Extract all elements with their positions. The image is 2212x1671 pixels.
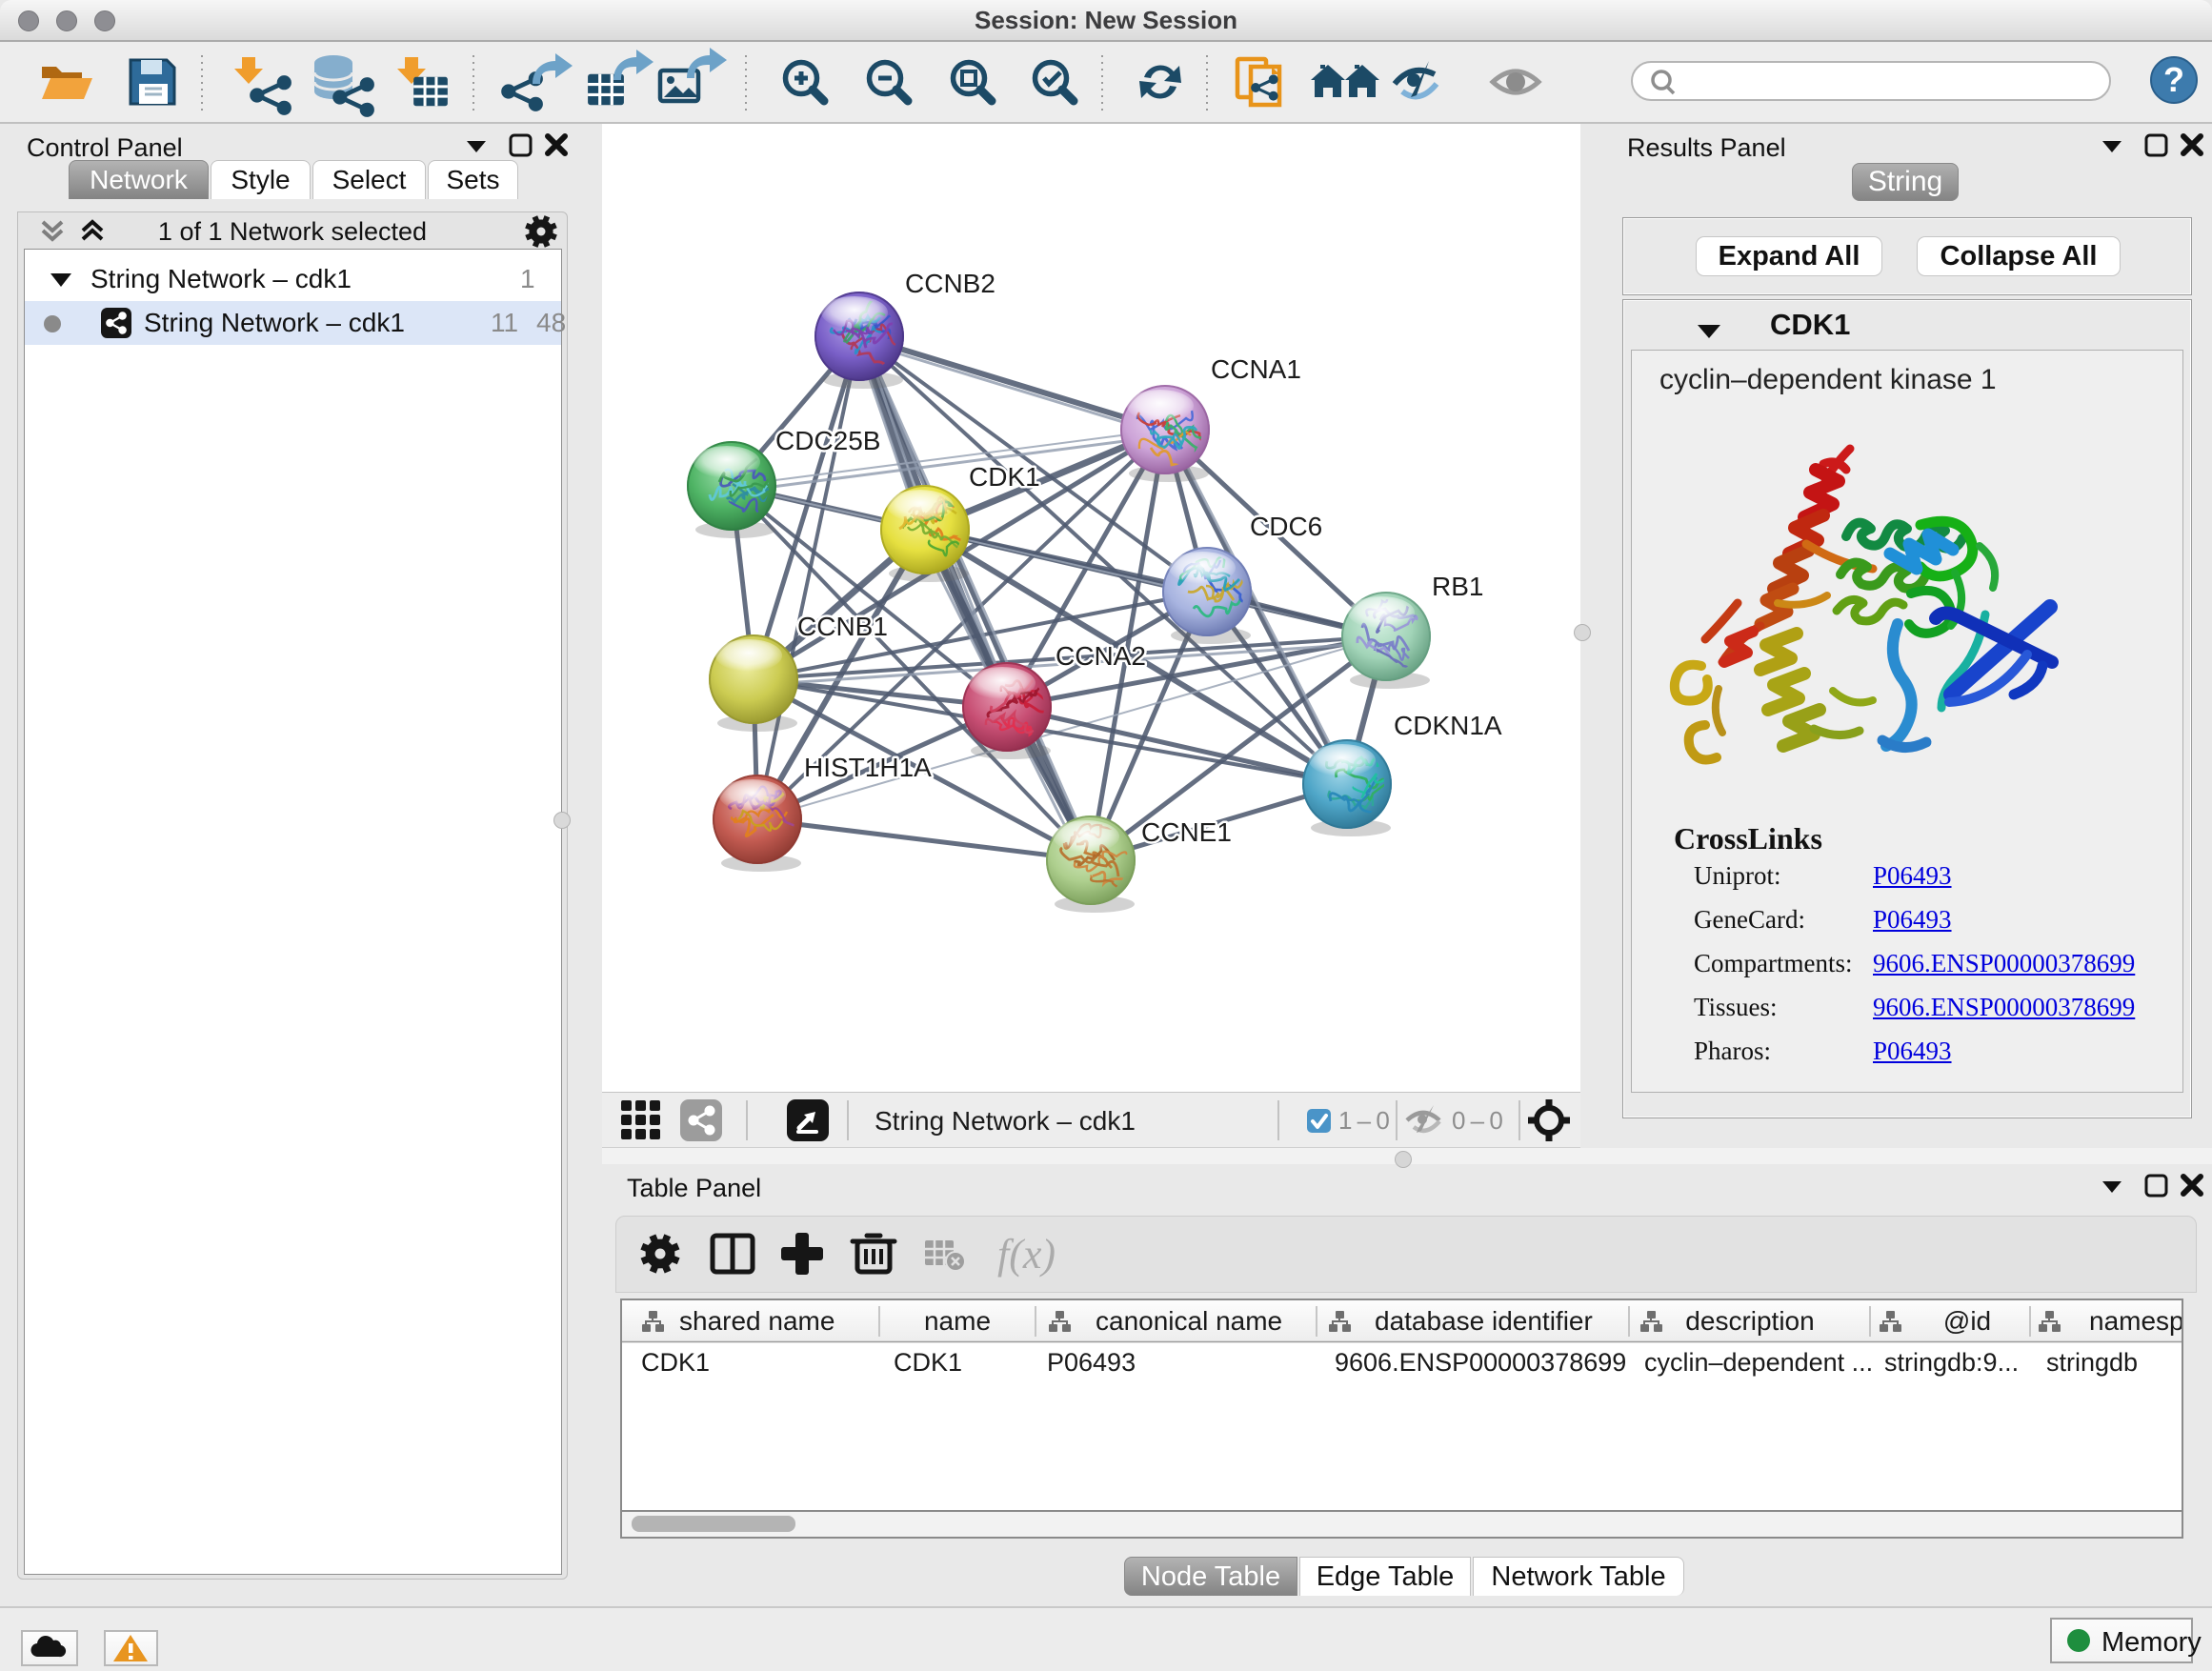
svg-text:CDK1: CDK1 — [969, 462, 1040, 492]
svg-text:1 – 0: 1 – 0 — [1338, 1106, 1390, 1135]
svg-text:CDC25B: CDC25B — [775, 426, 880, 455]
svg-text:CCNE1: CCNE1 — [1141, 817, 1232, 847]
svg-text:stringdb: stringdb — [2046, 1348, 2138, 1377]
svg-text:CDK1: CDK1 — [641, 1348, 710, 1377]
svg-text:HIST1H1A: HIST1H1A — [804, 753, 932, 782]
svg-text:stringdb:9...: stringdb:9... — [1884, 1348, 2019, 1377]
svg-text:database identifier: database identifier — [1375, 1306, 1593, 1336]
svg-text:CCNB1: CCNB1 — [797, 612, 888, 641]
svg-text:CCNA1: CCNA1 — [1211, 354, 1301, 384]
svg-text:@id: @id — [1943, 1306, 1991, 1336]
svg-text:description: description — [1685, 1306, 1814, 1336]
svg-text:name: name — [924, 1306, 991, 1336]
svg-text:f(x): f(x) — [997, 1231, 1056, 1278]
svg-text:0 – 0: 0 – 0 — [1452, 1106, 1503, 1135]
svg-text:CCNA2: CCNA2 — [1056, 641, 1146, 671]
svg-text:9606.ENSP00000378699: 9606.ENSP00000378699 — [1335, 1348, 1626, 1377]
svg-text:namespace: namespace — [2089, 1306, 2182, 1336]
svg-text:CDK1: CDK1 — [894, 1348, 962, 1377]
svg-text:CDC6: CDC6 — [1250, 512, 1322, 541]
svg-text:CDKN1A: CDKN1A — [1394, 711, 1502, 740]
svg-text:canonical name: canonical name — [1096, 1306, 1282, 1336]
svg-text:P06493: P06493 — [1047, 1348, 1136, 1377]
svg-text:CCNB2: CCNB2 — [905, 269, 995, 298]
svg-text:shared name: shared name — [679, 1306, 835, 1336]
svg-text:RB1: RB1 — [1432, 572, 1483, 601]
svg-text:String Network – cdk1: String Network – cdk1 — [875, 1106, 1136, 1136]
svg-text:cyclin–dependent ...: cyclin–dependent ... — [1644, 1348, 1873, 1377]
svg-text:?: ? — [2163, 60, 2184, 99]
